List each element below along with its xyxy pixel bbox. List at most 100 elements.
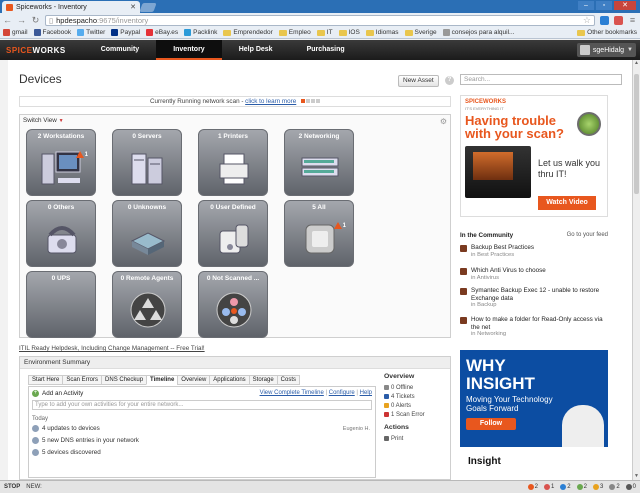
tab-scan-errors[interactable]: Scan Errors: [62, 375, 102, 385]
window-close-button[interactable]: ✕: [614, 1, 636, 10]
status-counter[interactable]: 0: [625, 484, 636, 490]
community-post[interactable]: Backup Best Practices in Best Practices: [460, 244, 608, 258]
community-post[interactable]: Symantec Backup Exec 12 - unable to rest…: [460, 287, 608, 308]
device-tile[interactable]: 5 All 1: [284, 200, 354, 267]
bookmark-item[interactable]: Sverige: [404, 29, 437, 36]
nav-help-desk[interactable]: Help Desk: [222, 40, 290, 60]
device-tile[interactable]: 0 Remote Agents: [112, 271, 182, 338]
status-counter[interactable]: 2: [560, 484, 571, 490]
reload-icon[interactable]: ↻: [31, 15, 40, 26]
device-tile[interactable]: 0 Servers: [112, 129, 182, 196]
print-action[interactable]: Print: [384, 434, 448, 443]
spiceworks-ad[interactable]: SPICEWORKS IT'S EVERYTHING IT Having tro…: [460, 95, 608, 217]
extension-icon[interactable]: [600, 15, 609, 25]
tab-storage[interactable]: Storage: [248, 375, 277, 385]
device-tile[interactable]: 1 Printers: [198, 129, 268, 196]
address-bar[interactable]: ▯ hpdespacho:9675/inventory ☆: [45, 14, 595, 26]
status-counter[interactable]: 3: [592, 484, 603, 490]
tab-close-icon[interactable]: ✕: [130, 3, 136, 11]
bookmark-item[interactable]: consejos para alquil...: [442, 29, 514, 36]
bookmark-item[interactable]: IOS: [338, 29, 360, 36]
stop-button[interactable]: STOP: [4, 484, 20, 490]
switch-view-dropdown[interactable]: Switch View ▼: [23, 117, 64, 124]
browser-tab[interactable]: Spiceworks - Inventory ✕: [2, 1, 140, 13]
community-post[interactable]: Which Anti Virus to choose in Antivirus: [460, 267, 608, 281]
extension-icon[interactable]: [614, 15, 623, 25]
bookmark-item[interactable]: eBay.es: [146, 29, 178, 36]
overview-item[interactable]: 1 Scan Error: [384, 410, 448, 419]
go-to-feed-link[interactable]: Go to your feed: [567, 232, 608, 239]
gear-icon[interactable]: ⚙: [440, 117, 447, 126]
follow-button[interactable]: Follow: [466, 418, 516, 430]
status-counter[interactable]: 2: [609, 484, 620, 490]
search-input[interactable]: Search...: [460, 74, 622, 85]
status-counter[interactable]: 2: [527, 484, 538, 490]
bookmark-item[interactable]: gmail: [3, 29, 28, 36]
device-tile[interactable]: 0 Others: [26, 200, 96, 267]
bookmark-item[interactable]: Facebook: [33, 29, 71, 36]
scrollbar-thumb[interactable]: [634, 74, 639, 194]
tab-costs[interactable]: Costs: [276, 375, 301, 385]
nav-community[interactable]: Community: [84, 40, 157, 60]
add-activity[interactable]: + Add an Activity: [32, 390, 83, 397]
overview-item[interactable]: 0 Offline: [384, 383, 448, 392]
device-tile[interactable]: 0 User Defined: [198, 200, 268, 267]
other-bookmarks[interactable]: Other bookmarks: [577, 29, 637, 36]
device-tile[interactable]: 2 Workstations 1: [26, 129, 96, 196]
device-tile[interactable]: 0 UPS: [26, 271, 96, 338]
tab-dns-checkup[interactable]: DNS Checkup: [101, 375, 147, 385]
help-link[interactable]: Help: [360, 390, 372, 396]
device-tile[interactable]: 0 Not Scanned ...: [198, 271, 268, 338]
new-tab-button[interactable]: [139, 3, 157, 12]
forward-arrow-icon[interactable]: →: [17, 15, 26, 25]
overview-item[interactable]: 4 Tickets: [384, 392, 448, 401]
user-menu[interactable]: sgeHidalg ▼: [576, 43, 636, 57]
tab-start-here[interactable]: Start Here: [28, 375, 63, 385]
alert-badge[interactable]: 1: [333, 222, 346, 229]
spiceworks-logo[interactable]: SPICEWORKS: [6, 46, 66, 55]
bookmark-item[interactable]: Packlink: [184, 29, 217, 36]
device-tile[interactable]: 0 Unknowns: [112, 200, 182, 267]
wrench-menu-icon[interactable]: ≡: [628, 15, 637, 25]
nav-inventory[interactable]: Inventory: [156, 40, 222, 60]
minimize-button[interactable]: –: [578, 1, 594, 10]
alert-badge[interactable]: 1: [75, 151, 88, 158]
tab-applications[interactable]: Applications: [209, 375, 249, 385]
nav-purchasing[interactable]: Purchasing: [290, 40, 362, 60]
itil-promo-link[interactable]: ITIL Ready Helpdesk, Including Change Ma…: [19, 345, 205, 352]
caret-down-icon: ▼: [58, 118, 64, 124]
configure-link[interactable]: Configure: [329, 390, 355, 396]
timeline-item[interactable]: 5 devices discovered: [32, 449, 370, 456]
scroll-up-icon[interactable]: ▲: [633, 60, 640, 67]
bookmark-star-icon[interactable]: ☆: [583, 15, 591, 26]
learn-more-link[interactable]: click to learn more: [245, 98, 296, 105]
device-tile[interactable]: 2 Networking: [284, 129, 354, 196]
view-timeline-link[interactable]: View Complete Timeline: [260, 390, 324, 396]
timeline-item[interactable]: 5 new DNS entries in your network: [32, 437, 370, 444]
back-arrow-icon[interactable]: ←: [3, 15, 12, 25]
insight-ad[interactable]: WHY INSIGHT Moving Your Technology Goals…: [460, 350, 608, 475]
overview-item-label: 1 Scan Error: [391, 411, 425, 418]
status-counter[interactable]: 2: [576, 484, 587, 490]
community-post[interactable]: How to make a folder for Read-Only acces…: [460, 316, 608, 337]
timeline-item[interactable]: 4 updates to devices Eugenio H.: [32, 425, 370, 432]
bookmark-item[interactable]: Empleo: [278, 29, 311, 36]
url-host: hpdespacho: [56, 15, 98, 25]
watch-video-button[interactable]: Watch Video: [538, 196, 596, 210]
page-scrollbar[interactable]: ▲ ▼: [632, 60, 640, 480]
tab-timeline[interactable]: Timeline: [146, 375, 178, 385]
bookmark-item[interactable]: Twitter: [77, 29, 105, 36]
activity-input[interactable]: Type to add your own activities for your…: [32, 400, 372, 410]
bookmark-item[interactable]: Emprendedor: [223, 29, 273, 36]
scroll-down-icon[interactable]: ▼: [633, 473, 640, 480]
overview-item[interactable]: 0 Alerts: [384, 401, 448, 410]
help-icon[interactable]: ?: [445, 76, 454, 85]
bookmark-item[interactable]: Idiomas: [365, 29, 399, 36]
bookmark-item[interactable]: Paypal: [111, 29, 140, 36]
tab-overview[interactable]: Overview: [177, 375, 210, 385]
bookmark-favicon-icon: [111, 29, 119, 36]
maximize-button[interactable]: ▫: [596, 1, 612, 10]
new-asset-button[interactable]: New Asset: [398, 75, 439, 87]
status-counter[interactable]: 1: [543, 484, 554, 490]
bookmark-item[interactable]: IT: [316, 29, 333, 36]
